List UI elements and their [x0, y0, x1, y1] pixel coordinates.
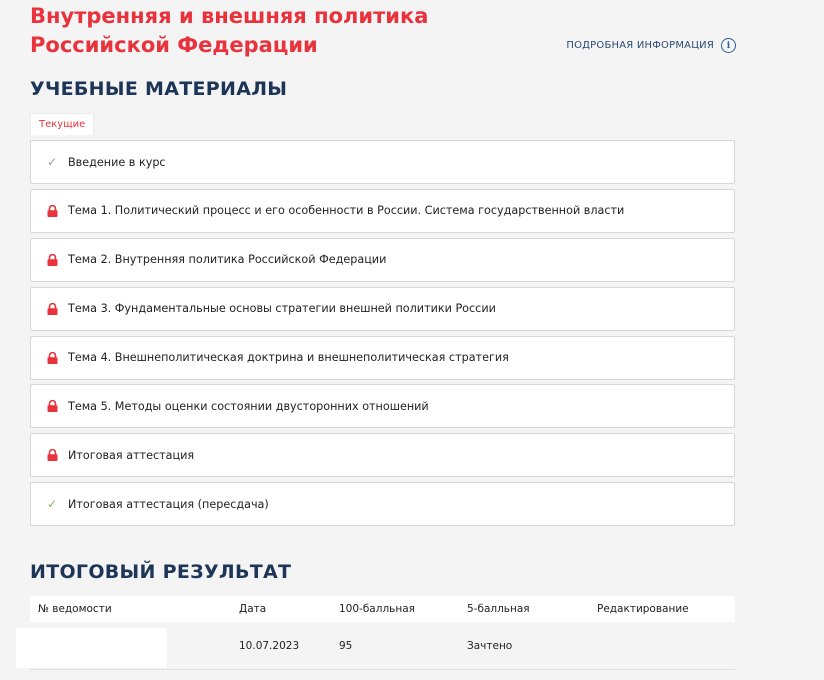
material-item-label: Тема 3. Фундаментальные основы стратегии… — [68, 302, 496, 316]
material-item-topic-4[interactable]: Тема 4. Внешнеполитическая доктрина и вн… — [30, 335, 735, 380]
material-item-label: Тема 1. Политический процесс и его особе… — [68, 204, 625, 218]
materials-list: ✓ Введение в курс Тема 1. Политический п… — [30, 140, 735, 531]
material-item-label: Тема 5. Методы оценки состоянии двусторо… — [68, 399, 429, 413]
column-header-number: № ведомости — [38, 603, 112, 615]
lock-icon — [46, 400, 58, 413]
lock-icon — [46, 449, 58, 462]
more-info-link[interactable]: ПОДРОБНАЯ ИНФОРМАЦИЯ i — [566, 38, 736, 53]
lock-icon — [46, 253, 58, 266]
tab-current[interactable]: Текущие — [30, 113, 95, 135]
column-header-date: Дата — [239, 603, 267, 615]
lock-icon — [46, 302, 58, 315]
lock-icon — [46, 351, 58, 364]
material-item-topic-5[interactable]: Тема 5. Методы оценки состоянии двусторо… — [30, 384, 735, 429]
column-header-score100: 100-балльная — [339, 603, 415, 615]
material-item-label: Введение в курс — [68, 155, 166, 169]
cell-score100: 95 — [339, 639, 353, 652]
material-item-final-exam-retake[interactable]: ✓ Итоговая аттестация (пересдача) — [30, 482, 735, 527]
material-item-intro[interactable]: ✓ Введение в курс — [30, 140, 735, 184]
material-item-label: Итоговая аттестация — [68, 448, 195, 462]
material-item-topic-1[interactable]: Тема 1. Политический процесс и его особе… — [30, 188, 735, 233]
cell-date: 10.07.2023 — [239, 639, 300, 652]
results-heading: ИТОГОВЫЙ РЕЗУЛЬТАТ — [30, 561, 292, 583]
check-icon: ✓ — [46, 497, 58, 512]
material-item-topic-3[interactable]: Тема 3. Фундаментальные основы стратегии… — [30, 286, 735, 331]
material-item-label: Тема 4. Внешнеполитическая доктрина и вн… — [68, 351, 509, 365]
page-title: Внутренняя и внешняя политика Российской… — [30, 4, 429, 57]
materials-heading: УЧЕБНЫЕ МАТЕРИАЛЫ — [30, 78, 288, 100]
results-table-header: № ведомости Дата 100-балльная 5-балльная… — [30, 596, 735, 622]
material-item-label: Тема 2. Внутренняя политика Российской Ф… — [68, 253, 387, 267]
lock-icon — [46, 204, 58, 217]
redacted-record-number — [16, 628, 167, 668]
material-item-label: Итоговая аттестация (пересдача) — [68, 497, 269, 511]
material-item-topic-2[interactable]: Тема 2. Внутренняя политика Российской Ф… — [30, 237, 735, 282]
material-item-final-exam[interactable]: Итоговая аттестация — [30, 433, 735, 478]
cell-score5: Зачтено — [467, 639, 513, 652]
check-icon: ✓ — [46, 155, 58, 169]
more-info-label: ПОДРОБНАЯ ИНФОРМАЦИЯ — [566, 40, 714, 51]
column-header-edit: Редактирование — [597, 603, 689, 615]
column-header-score5: 5-балльная — [467, 603, 530, 615]
info-icon: i — [721, 38, 736, 53]
